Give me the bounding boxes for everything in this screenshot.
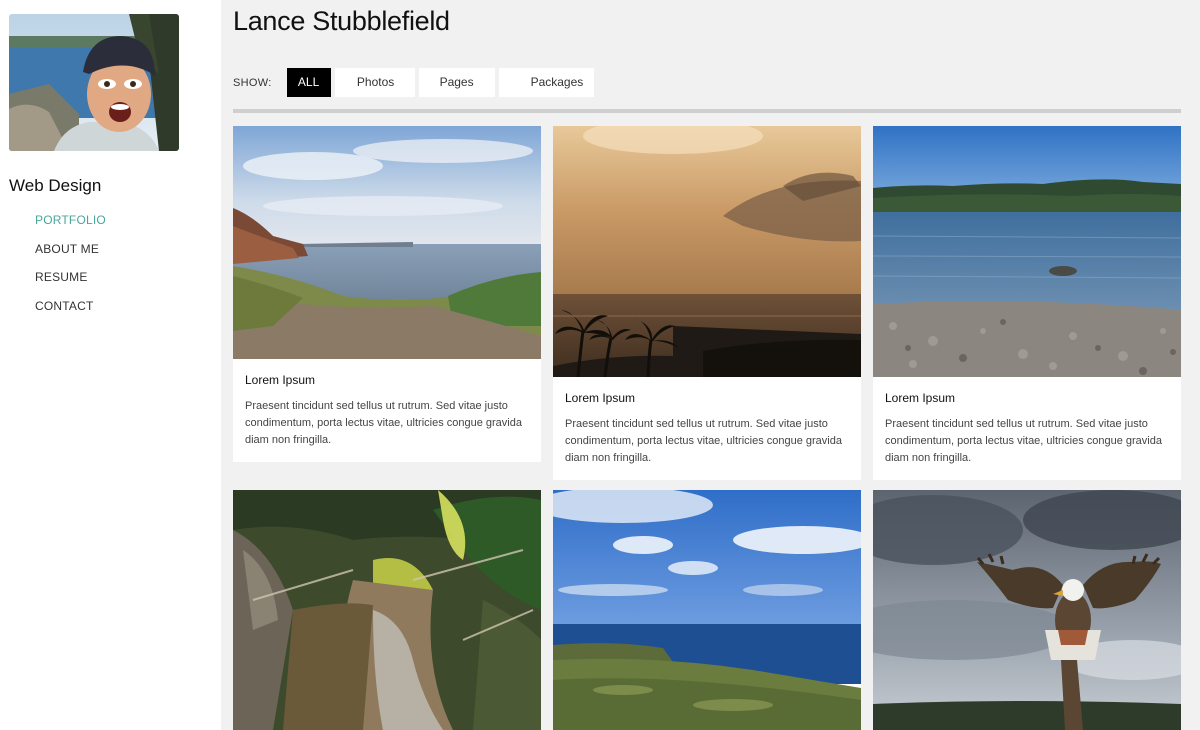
eagle-sculpture-photo bbox=[873, 490, 1181, 730]
filter-button-photos[interactable]: Photos bbox=[334, 68, 415, 97]
forest-creek-photo bbox=[233, 490, 541, 730]
divider bbox=[233, 109, 1181, 113]
page-title: Lance Stubblefield bbox=[233, 6, 450, 36]
card-title: Lorem Ipsum bbox=[885, 391, 956, 405]
ocean-coast-photo bbox=[553, 490, 861, 730]
portfolio-card[interactable]: Lorem Ipsum Praesent tincidunt sed tellu… bbox=[553, 126, 861, 480]
filter-button-packages[interactable]: Packages bbox=[498, 68, 594, 97]
nav-item-resume[interactable]: RESUME bbox=[35, 267, 106, 296]
nav-item-portfolio[interactable]: PORTFOLIO bbox=[35, 210, 106, 239]
main-content: Lance Stubblefield SHOW: ALL Photos Page… bbox=[233, 0, 1181, 730]
portfolio-card[interactable]: Lorem Ipsum Praesent tincidunt sed tellu… bbox=[873, 126, 1181, 480]
nav-item-about-me[interactable]: ABOUT ME bbox=[35, 239, 106, 268]
portfolio-card[interactable] bbox=[873, 490, 1181, 730]
sunset-palms-photo bbox=[553, 126, 861, 377]
coastal-cliff-photo bbox=[233, 126, 541, 359]
filter-label: SHOW: bbox=[233, 76, 272, 89]
card-description: Praesent tincidunt sed tellus ut rutrum.… bbox=[885, 418, 1162, 464]
site-title: Web Design bbox=[9, 176, 102, 195]
portfolio-filter: SHOW: ALL Photos Pages Packages bbox=[233, 68, 598, 97]
sidebar: Web Design PORTFOLIO ABOUT ME RESUME CON… bbox=[0, 0, 221, 730]
portfolio-card[interactable] bbox=[553, 490, 861, 730]
sidebar-nav: PORTFOLIO ABOUT ME RESUME CONTACT bbox=[35, 210, 106, 324]
card-description: Praesent tincidunt sed tellus ut rutrum.… bbox=[245, 400, 522, 446]
filter-button-pages[interactable]: Pages bbox=[418, 68, 495, 97]
nav-item-contact[interactable]: CONTACT bbox=[35, 296, 106, 325]
portfolio-card[interactable] bbox=[233, 490, 541, 730]
filter-button-all[interactable]: ALL bbox=[286, 68, 331, 97]
card-title: Lorem Ipsum bbox=[565, 391, 636, 405]
card-description: Praesent tincidunt sed tellus ut rutrum.… bbox=[565, 418, 842, 464]
lake-beach-photo bbox=[873, 126, 1181, 377]
portfolio-card[interactable]: Lorem Ipsum Praesent tincidunt sed tellu… bbox=[233, 126, 541, 462]
avatar bbox=[9, 14, 179, 151]
card-title: Lorem Ipsum bbox=[245, 373, 316, 387]
